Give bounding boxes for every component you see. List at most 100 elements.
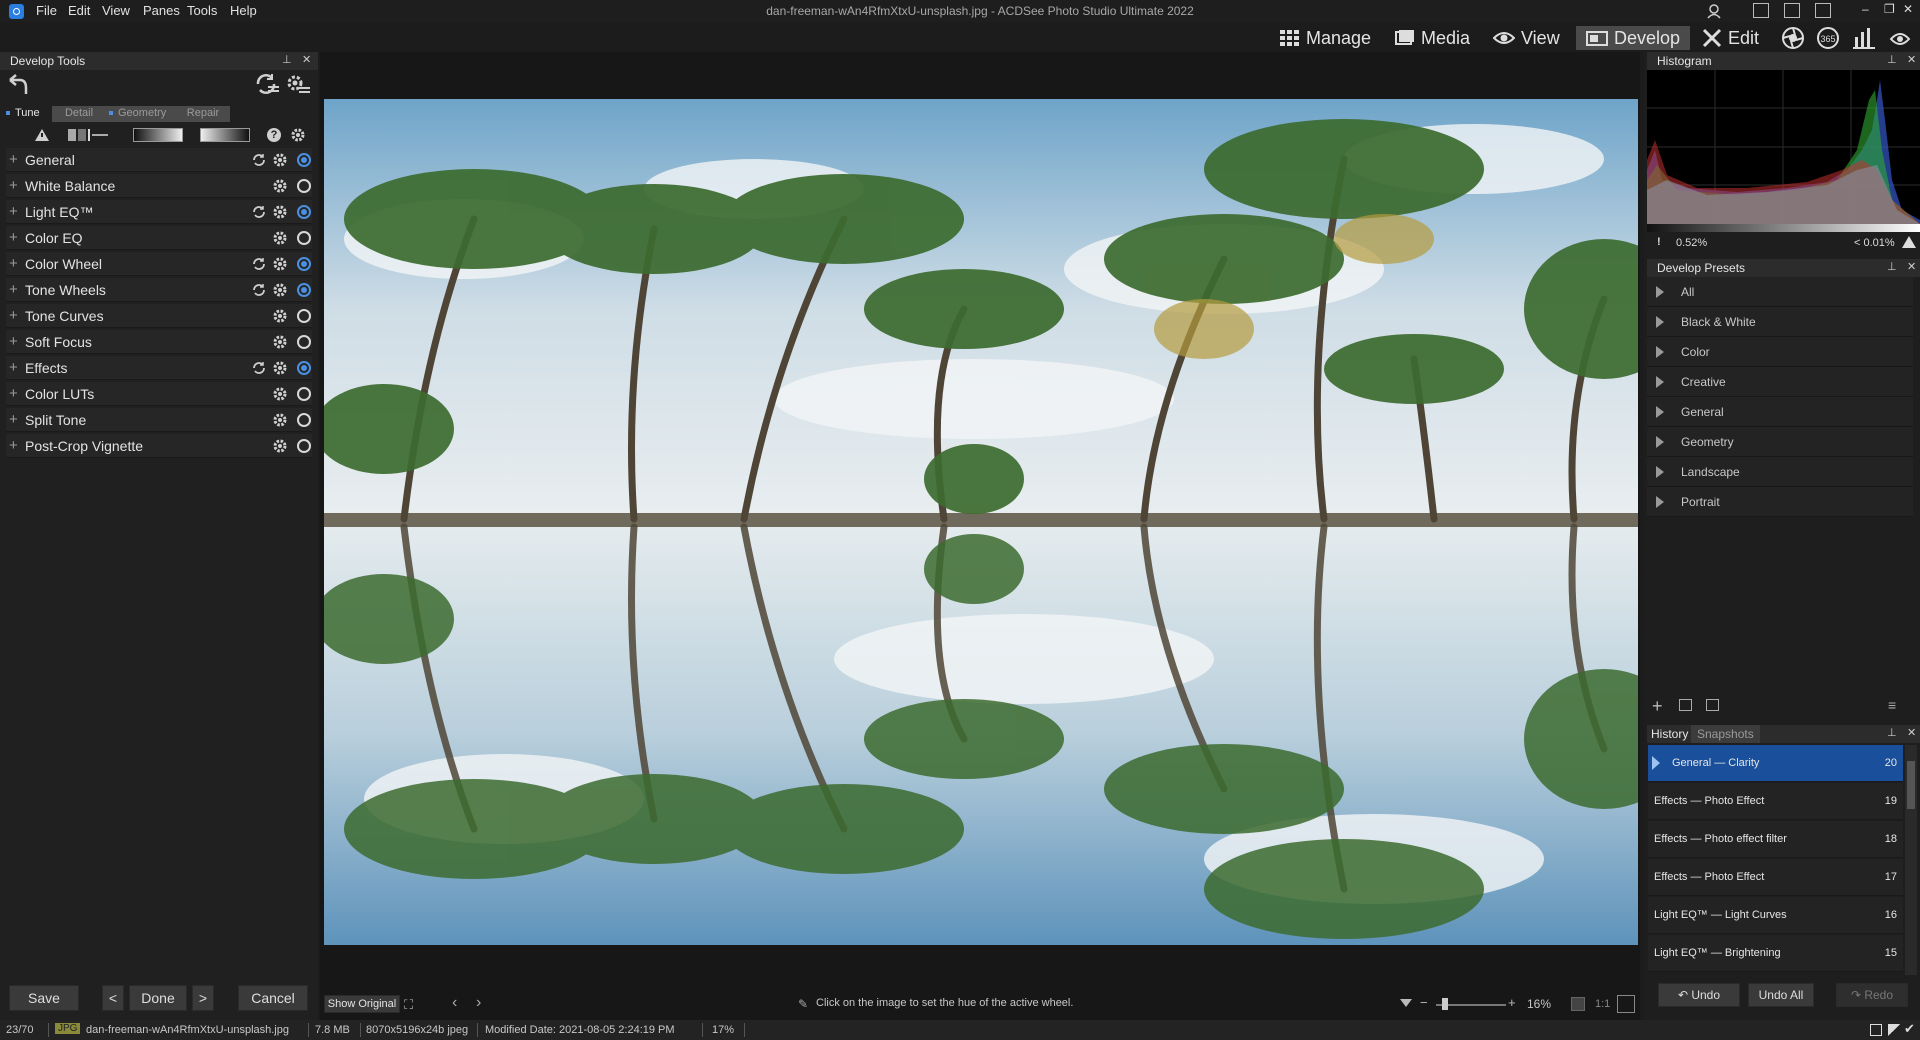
redo-button[interactable]: ↷ Redo: [1836, 983, 1908, 1007]
actual-size-button[interactable]: 1:1: [1595, 998, 1610, 1010]
gear-icon[interactable]: [272, 412, 288, 428]
preset-all[interactable]: All: [1647, 277, 1913, 307]
enable-toggle-icon[interactable]: [297, 153, 311, 167]
history-scroll-thumb[interactable]: [1907, 761, 1915, 809]
menu-tools[interactable]: Tools: [187, 3, 217, 18]
enable-toggle-icon[interactable]: [297, 361, 311, 375]
tool-settings-icon[interactable]: [290, 127, 306, 143]
undo-all-button[interactable]: Undo All: [1748, 983, 1814, 1007]
expand-icon[interactable]: +: [9, 307, 18, 324]
reset-icon[interactable]: [252, 283, 266, 297]
reset-icon[interactable]: [252, 257, 266, 271]
online-365-icon[interactable]: 365: [1817, 27, 1839, 49]
tool-group-light-eq[interactable]: + Light EQ™: [6, 200, 312, 224]
expand-arrow-icon[interactable]: [1656, 466, 1664, 478]
layout-bottom-icon[interactable]: [1784, 3, 1800, 18]
layout-left-icon[interactable]: [1753, 3, 1769, 18]
tool-group-white-balance[interactable]: + White Balance: [6, 174, 312, 198]
gear-icon[interactable]: [272, 152, 288, 168]
tab-geometry[interactable]: Geometry: [106, 106, 176, 122]
layout-right-icon[interactable]: [1815, 3, 1831, 18]
cancel-button[interactable]: Cancel: [238, 985, 308, 1011]
warning-icon[interactable]: [34, 128, 50, 142]
shadow-clip-gradient[interactable]: [133, 128, 183, 142]
history-item[interactable]: Effects — Photo effect filter 18: [1648, 821, 1903, 858]
expand-icon[interactable]: +: [9, 203, 18, 220]
reset-all-icon[interactable]: [254, 72, 280, 96]
history-item[interactable]: Effects — Photo Effect 17: [1648, 859, 1903, 896]
fullscreen-icon[interactable]: ⛶: [404, 997, 413, 1013]
zoom-value[interactable]: 16%: [1527, 997, 1551, 1011]
pin-icon[interactable]: ⊥: [1887, 53, 1897, 66]
enable-toggle-icon[interactable]: [297, 309, 311, 323]
preset-landscape[interactable]: Landscape: [1647, 457, 1913, 487]
clip-warning-left-icon[interactable]: !: [1657, 236, 1661, 248]
gear-icon[interactable]: [272, 230, 288, 246]
clip-warning-right-icon[interactable]: [1902, 236, 1916, 248]
aperture-icon[interactable]: [1782, 27, 1804, 49]
import-preset-icon[interactable]: [1679, 699, 1692, 711]
next-image-button[interactable]: >: [192, 985, 214, 1011]
show-original-button[interactable]: Show Original: [324, 995, 400, 1013]
gear-icon[interactable]: [272, 282, 288, 298]
enable-toggle-icon[interactable]: [297, 439, 311, 453]
menu-file[interactable]: File: [36, 3, 57, 18]
luminosity-icon[interactable]: [1889, 27, 1911, 49]
save-button[interactable]: Save: [9, 985, 79, 1011]
done-button[interactable]: Done: [129, 985, 187, 1011]
menu-panes[interactable]: Panes: [143, 3, 180, 18]
undo-button[interactable]: ↶ Undo: [1658, 983, 1740, 1007]
gear-icon[interactable]: [272, 334, 288, 350]
dashboard-chart-icon[interactable]: [1853, 27, 1875, 49]
expand-icon[interactable]: +: [9, 281, 18, 298]
gear-icon[interactable]: [272, 204, 288, 220]
mode-develop[interactable]: Develop: [1576, 26, 1691, 50]
tool-group-general[interactable]: + General: [6, 148, 312, 172]
tab-repair[interactable]: Repair: [176, 106, 230, 122]
enable-toggle-icon[interactable]: [297, 257, 311, 271]
undo-arrow-icon[interactable]: [6, 74, 28, 94]
reset-icon[interactable]: [252, 153, 266, 167]
expand-arrow-icon[interactable]: [1656, 496, 1664, 508]
tab-detail[interactable]: Detail: [52, 106, 106, 122]
expand-icon[interactable]: +: [9, 229, 18, 246]
prev-arrow-icon[interactable]: ‹: [452, 994, 457, 1012]
tool-group-tone-wheels[interactable]: + Tone Wheels: [6, 278, 312, 302]
expand-icon[interactable]: +: [9, 437, 18, 454]
mode-edit[interactable]: Edit: [1702, 26, 1759, 50]
history-item[interactable]: Light EQ™ — Light Curves 16: [1648, 897, 1903, 934]
expand-icon[interactable]: +: [9, 385, 18, 402]
close-panel-icon[interactable]: ✕: [302, 53, 311, 66]
tool-group-soft-focus[interactable]: + Soft Focus: [6, 330, 312, 354]
gear-icon[interactable]: [272, 386, 288, 402]
enable-toggle-icon[interactable]: [297, 335, 311, 349]
reset-icon[interactable]: [252, 361, 266, 375]
gear-icon[interactable]: [272, 438, 288, 454]
enable-toggle-icon[interactable]: [297, 179, 311, 193]
gear-icon[interactable]: [272, 308, 288, 324]
preset-portrait[interactable]: Portrait: [1647, 487, 1913, 517]
enable-toggle-icon[interactable]: [297, 205, 311, 219]
settings-menu-icon[interactable]: [284, 72, 310, 96]
expand-icon[interactable]: +: [9, 255, 18, 272]
export-preset-icon[interactable]: [1706, 699, 1719, 711]
tool-group-effects[interactable]: + Effects: [6, 356, 312, 380]
menu-edit[interactable]: Edit: [68, 3, 90, 18]
expand-icon[interactable]: +: [9, 177, 18, 194]
pin-icon[interactable]: ⊥: [1887, 260, 1897, 273]
preset-general[interactable]: General: [1647, 397, 1913, 427]
zoom-slider-handle[interactable]: [1442, 998, 1448, 1010]
expand-arrow-icon[interactable]: [1656, 316, 1664, 328]
view-mode-icon[interactable]: [1870, 1024, 1882, 1036]
tool-group-split-tone[interactable]: + Split Tone: [6, 408, 312, 432]
tool-group-color-eq[interactable]: + Color EQ: [6, 226, 312, 250]
enable-toggle-icon[interactable]: [297, 387, 311, 401]
mode-view[interactable]: View: [1493, 26, 1560, 50]
pin-icon[interactable]: ⊥: [1887, 726, 1897, 739]
expand-icon[interactable]: +: [9, 359, 18, 376]
fit-window-icon[interactable]: [1617, 995, 1635, 1013]
expand-arrow-icon[interactable]: [1656, 376, 1664, 388]
zoom-out-icon[interactable]: −: [1420, 995, 1428, 1010]
close-panel-icon[interactable]: ✕: [1907, 53, 1916, 66]
history-scrollbar[interactable]: [1905, 745, 1917, 975]
